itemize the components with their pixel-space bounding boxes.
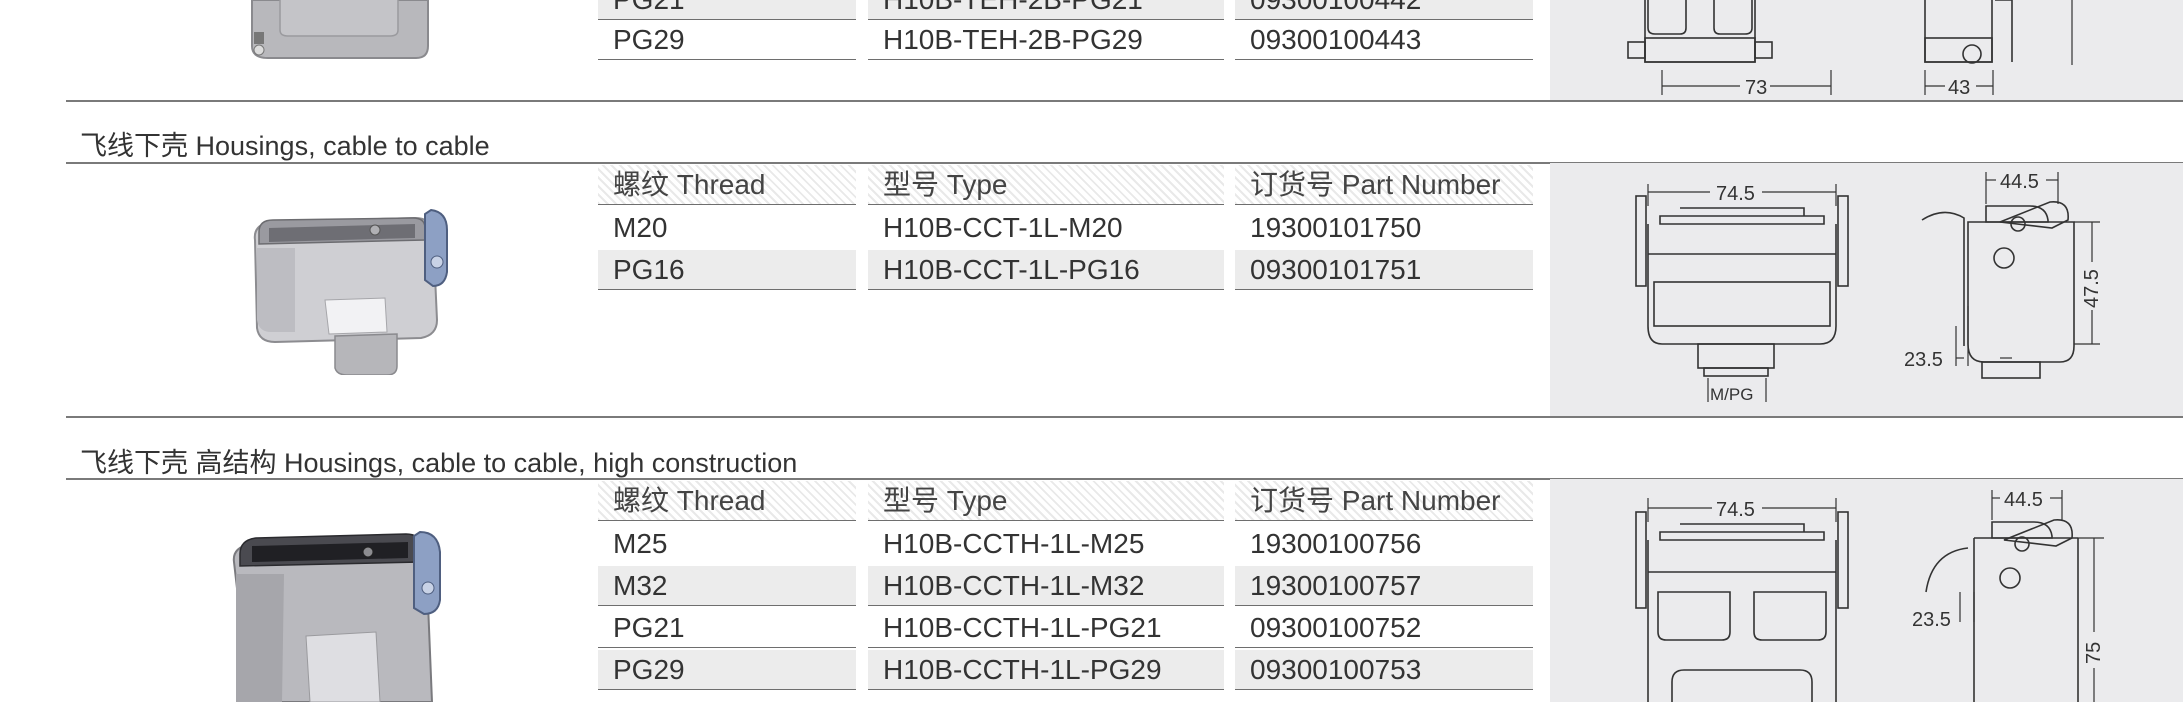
type-cell: H10B-CCTH-1L-M32: [868, 566, 1224, 606]
part-number-cell: 09300100442: [1235, 0, 1533, 20]
dim-height-label: 75: [2083, 642, 2105, 664]
header-part-number: 订货号 Part Number: [1235, 481, 1533, 521]
product-photo-high: [210, 518, 460, 703]
header-thread: 螺纹 Thread: [598, 165, 856, 205]
part-number-cell: 09300101751: [1235, 250, 1533, 290]
product-photo-cable: [225, 200, 455, 376]
section-divider: [66, 416, 2183, 418]
technical-drawing-high: 74.5 44.5 75 23.5: [1600, 482, 2180, 702]
type-cell: H10B-CCTH-1L-PG29: [868, 650, 1224, 690]
part-number-cell: 19300100756: [1250, 528, 1422, 559]
thread-cell: PG29: [598, 650, 856, 690]
part-number-cell: 09300100752: [1235, 608, 1533, 648]
product-photo-top: [240, 0, 440, 65]
type-cell: H10B-CCTH-1L-PG21: [868, 608, 1224, 648]
section-title: 飞线下壳 高结构 Housings, cable to cable, high …: [80, 448, 798, 478]
thread-cell: PG21: [598, 608, 856, 648]
technical-drawing-top: 73 43: [1600, 0, 2180, 100]
thread-cell: PG21: [598, 0, 856, 20]
thread-cell: PG16: [598, 250, 856, 290]
dim-offset-label: 23.5: [1904, 349, 1943, 371]
section-title: 飞线下壳 Housings, cable to cable: [80, 131, 490, 161]
dim-depth-label: 44.5: [2000, 171, 2039, 193]
dim-width-label: 73: [1745, 77, 1767, 99]
thread-cell: M20: [613, 212, 668, 243]
thread-cell: M25: [613, 528, 668, 559]
technical-drawing-cable: 74.5 44.5 47.5 23.5 M/PG: [1600, 166, 2180, 416]
header-type: 型号 Type: [868, 481, 1224, 521]
dim-width-label: 74.5: [1716, 183, 1755, 205]
header-thread: 螺纹 Thread: [598, 481, 856, 521]
type-cell: H10B-TEH-2B-PG29: [868, 20, 1224, 60]
part-number-cell: 19300100757: [1235, 566, 1533, 606]
dim-depth-label: 43: [1948, 77, 1970, 99]
type-cell: H10B-CCT-1L-PG16: [868, 250, 1224, 290]
header-type: 型号 Type: [868, 165, 1224, 205]
dim-height-label: 47.5: [2081, 269, 2103, 308]
header-part-number: 订货号 Part Number: [1235, 165, 1533, 205]
type-cell: H10B-CCTH-1L-M25: [883, 528, 1145, 559]
type-cell: H10B-CCT-1L-M20: [883, 212, 1123, 243]
part-number-cell: 09300100753: [1235, 650, 1533, 690]
type-cell: H10B-TEH-2B-PG21: [868, 0, 1224, 20]
dim-width-label: 74.5: [1716, 499, 1755, 521]
dim-depth-label: 44.5: [2004, 489, 2043, 511]
thread-cell: M32: [598, 566, 856, 606]
section-divider: [66, 100, 2183, 102]
dim-offset-label: 23.5: [1912, 609, 1951, 631]
part-number-cell: 09300100443: [1235, 20, 1533, 60]
thread-cell: PG29: [598, 20, 856, 60]
part-number-cell: 19300101750: [1250, 212, 1422, 243]
dim-thread-label: M/PG: [1710, 385, 1753, 404]
